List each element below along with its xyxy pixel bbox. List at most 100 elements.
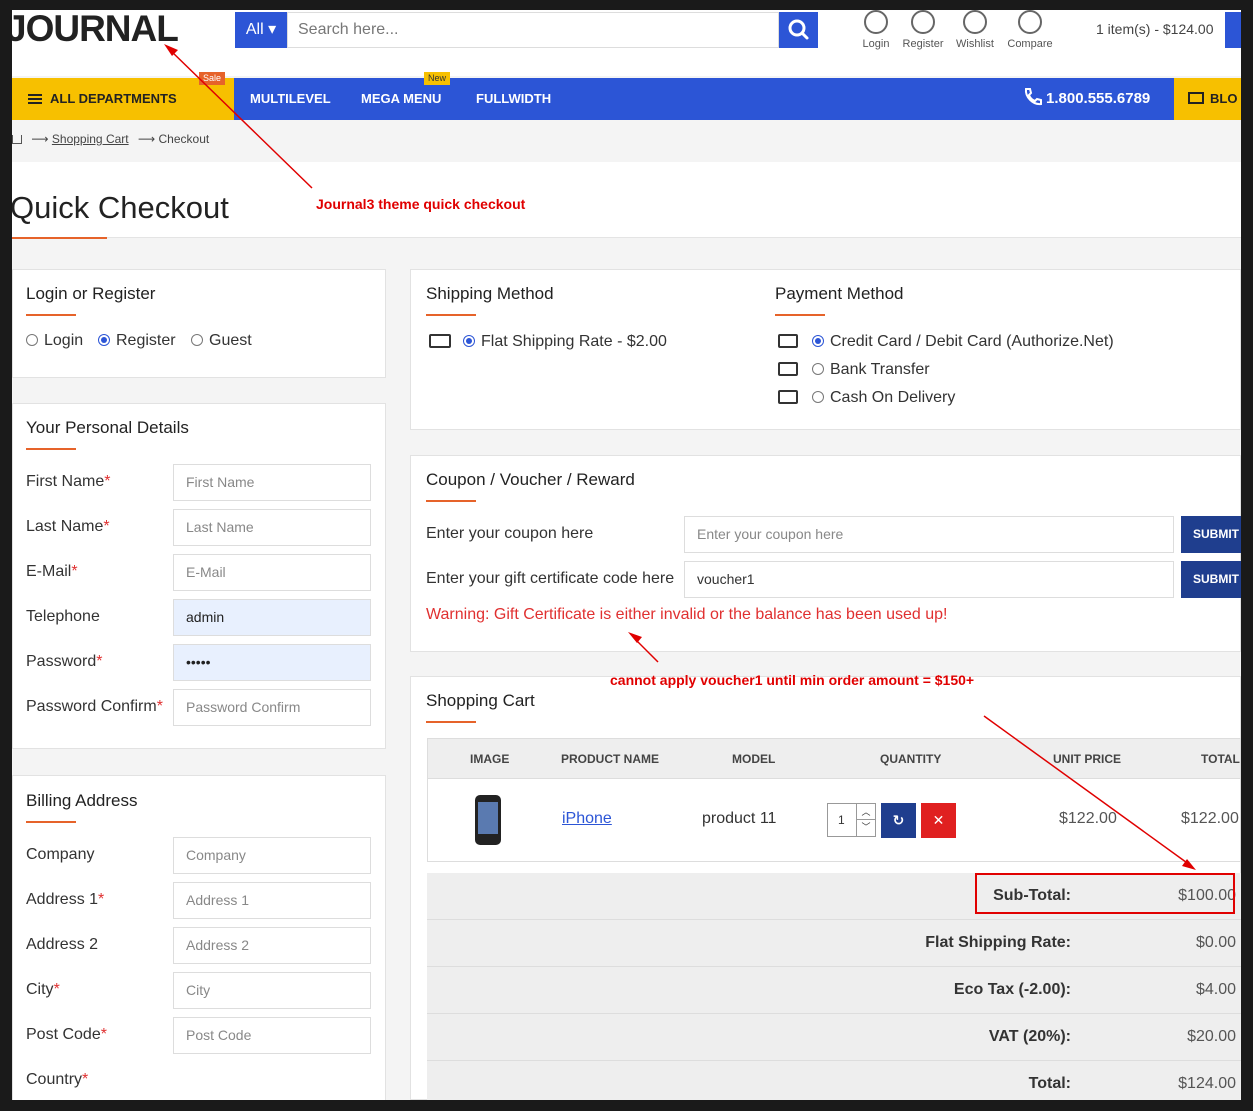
gift-certificate-input[interactable]: voucher1 [684,561,1174,598]
radio-register-circle [98,334,110,346]
nav-multilevel[interactable]: MULTILEVEL [250,78,331,120]
compare-arrows-icon [1018,10,1042,34]
quantity-up-icon[interactable]: ︿ [857,804,875,820]
breadcrumb: ⟶ Shopping Cart ⟶ Checkout [12,132,209,146]
truck-icon [429,334,451,348]
remove-item-button[interactable]: ✕ [921,803,956,838]
row-total: $122.00 [1181,810,1239,827]
annotation-voucher: cannot apply voucher1 until min order am… [610,672,975,688]
radio-guest-circle [191,334,203,346]
shipping-total-row: Flat Shipping Rate: $0.00 [427,920,1241,967]
label-post-code: Post Code* [26,1026,107,1043]
header-register[interactable]: Register [893,10,953,50]
radio-guest[interactable]: Guest [191,332,252,350]
subtotal-label: Sub-Total: [993,887,1071,904]
label-address-2: Address 2 [26,936,99,953]
login-title: Login or Register [26,284,156,303]
search-button[interactable] [779,12,818,48]
payment-radio-cash [812,391,824,403]
product-image[interactable] [475,795,501,845]
telephone-input[interactable]: admin [173,599,371,636]
eco-tax-value: $4.00 [1195,981,1236,998]
password-confirm-input[interactable]: Password Confirm [173,689,371,726]
email-input[interactable]: E-Mail [173,554,371,591]
label-company: Company [26,846,95,863]
nav-fullwidth[interactable]: FULLWIDTH [476,78,551,120]
annotation-quick-checkout: Journal3 theme quick checkout [316,196,526,212]
cart-button[interactable] [1225,12,1241,48]
heart-icon [963,10,987,34]
company-input[interactable]: Company [173,837,371,874]
radio-login[interactable]: Login [26,332,83,350]
shipping-total-label: Flat Shipping Rate: [925,934,1071,951]
phone-icon [1024,88,1042,106]
payment-bank-transfer[interactable]: Bank Transfer [778,360,930,379]
search-input[interactable]: Search here... [287,12,779,48]
close-icon: ✕ [932,812,945,828]
search-icon [788,19,809,40]
grand-total-row: Total: $124.00 [427,1061,1241,1100]
payment-cash-on-delivery[interactable]: Cash On Delivery [778,388,955,407]
personal-details-panel: Your Personal Details First Name* First … [12,403,386,749]
coupon-input[interactable]: Enter your coupon here [684,516,1174,553]
checkout-page: JOURNAL All ▾ Search here... Login Regis… [12,10,1241,1100]
header-compare[interactable]: Compare [1000,10,1060,50]
blog-icon [1188,92,1204,104]
eco-tax-label: Eco Tax (-2.00): [953,981,1071,998]
breadcrumb-shopping-cart[interactable]: Shopping Cart [52,132,129,146]
cash-icon [778,390,798,404]
user-icon [864,10,888,34]
password-input[interactable]: ••••• [173,644,371,681]
bank-transfer-icon [778,362,798,376]
payment-credit-card[interactable]: Credit Card / Debit Card (Authorize.Net) [778,332,1114,351]
label-country: Country* [26,1071,89,1088]
shipping-title: Shipping Method [426,284,554,303]
home-icon[interactable] [12,135,22,144]
coupon-submit-button[interactable]: SUBMIT [1181,516,1241,553]
login-panel: Login or Register Login Register Guest [12,269,386,378]
gift-certificate-submit-button[interactable]: SUBMIT [1181,561,1241,598]
city-input[interactable]: City [173,972,371,1009]
shipping-payment-panel: Shipping Method Flat Shipping Rate - $2.… [410,269,1241,430]
radio-register[interactable]: Register [98,332,176,350]
search-category-select[interactable]: All ▾ [235,12,287,48]
update-quantity-button[interactable]: ↻ [881,803,916,838]
vat-value: $20.00 [1187,1028,1236,1045]
hamburger-icon [28,94,42,104]
vat-label: VAT (20%): [988,1028,1071,1045]
post-code-input[interactable]: Post Code [173,1017,371,1054]
label-email: E-Mail* [26,563,78,580]
cart-summary[interactable]: 1 item(s) - $124.00 [1096,21,1214,37]
col-product-name: PRODUCT NAME [561,752,659,766]
quantity-down-icon[interactable]: ﹀ [857,820,875,836]
phone-screen [478,802,498,834]
logo[interactable]: JOURNAL [12,10,179,48]
sale-badge: Sale [199,72,226,85]
col-model: MODEL [732,752,776,766]
first-name-input[interactable]: First Name [173,464,371,501]
address-1-input[interactable]: Address 1 [173,882,371,919]
phone-link[interactable]: 1.800.555.6789 [1022,78,1150,120]
payment-radio-card [812,335,824,347]
subtotal-value: $100.00 [1178,887,1236,904]
address-2-input[interactable]: Address 2 [173,927,371,964]
shipping-title-underline [426,314,476,316]
product-link[interactable]: iPhone [562,810,612,828]
personal-title: Your Personal Details [26,418,189,437]
product-model: product 11 [702,810,777,827]
shipping-flat-rate[interactable]: Flat Shipping Rate - $2.00 [429,332,667,351]
header-wishlist[interactable]: Wishlist [945,10,1005,50]
shipping-total-value: $0.00 [1195,934,1236,951]
label-first-name: First Name* [26,473,111,490]
coupon-title: Coupon / Voucher / Reward [426,470,635,489]
label-last-name: Last Name* [26,518,110,535]
login-title-underline [26,314,76,316]
eco-tax-row: Eco Tax (-2.00): $4.00 [427,967,1241,1014]
header: JOURNAL All ▾ Search here... Login Regis… [12,10,1241,76]
last-name-input[interactable]: Last Name [173,509,371,546]
label-password: Password* [26,653,103,670]
quantity-stepper[interactable]: ︿ ﹀ [856,804,875,836]
nav-blog[interactable]: BLO [1174,78,1241,120]
breadcrumb-checkout: Checkout [158,132,210,146]
col-image: IMAGE [470,752,510,766]
